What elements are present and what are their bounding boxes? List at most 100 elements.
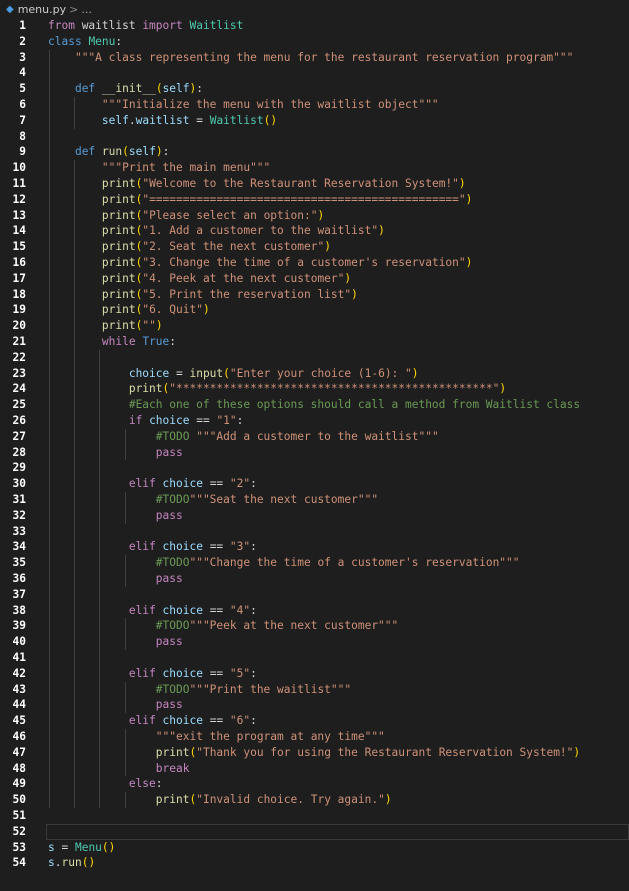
code-token: print <box>101 224 136 238</box>
code-token: ) <box>499 382 507 396</box>
code-line[interactable]: 53 s = Menu() <box>0 840 629 856</box>
code-token: "6" <box>229 714 251 728</box>
code-token: run <box>61 856 82 870</box>
code-token: "5. Print the reservation list" <box>142 287 352 301</box>
code-line[interactable]: 30 elif choice == "2": <box>0 476 629 492</box>
line-number: 28 <box>12 445 26 459</box>
code-text: print("Invalid choice. Try again.") <box>48 792 392 808</box>
code-line[interactable]: 28 pass <box>0 445 629 461</box>
code-line[interactable]: 49 else: <box>0 776 629 792</box>
code-line[interactable]: 13 print("Please select an option:") <box>0 208 629 224</box>
code-line[interactable]: 24 print("******************************… <box>0 381 629 397</box>
code-token: . <box>128 113 136 127</box>
code-token: """A class representing the menu for the… <box>74 50 574 64</box>
code-line[interactable]: 40 pass <box>0 634 629 650</box>
code-token: waitlist <box>135 113 190 127</box>
code-line[interactable]: 19 print("6. Quit") <box>0 302 629 318</box>
code-line[interactable]: 34 elif choice == "3": <box>0 539 629 555</box>
code-token: ) <box>351 287 358 301</box>
line-number: 30 <box>12 477 26 491</box>
code-token: choice <box>162 603 203 617</box>
breadcrumb[interactable]: ◆ menu.py > ... <box>0 0 629 18</box>
code-line[interactable]: 48 break <box>0 761 629 777</box>
code-text: from waitlist import Waitlist <box>48 18 243 34</box>
breadcrumb-symbol[interactable]: ... <box>81 3 92 16</box>
code-line[interactable]: 15 print("2. Seat the next customer") <box>0 239 629 255</box>
code-line[interactable]: 26 if choice == "1": <box>0 413 629 429</box>
code-line[interactable]: 42 elif choice == "5": <box>0 666 629 682</box>
code-editor[interactable]: 1 from waitlist import Waitlist 2 class Men… <box>0 18 629 891</box>
code-line[interactable]: 39 #TODO"""Peek at the next customer""" <box>0 618 629 634</box>
line-number: 43 <box>12 682 26 696</box>
code-token: elif <box>128 603 156 617</box>
breadcrumb-file[interactable]: menu.py <box>18 3 66 16</box>
code-line[interactable]: 5 def __init__(self): <box>0 81 629 97</box>
code-token: == <box>189 414 217 427</box>
code-line[interactable]: 20 print("") <box>0 318 629 334</box>
code-line[interactable]: 37 <box>0 587 629 603</box>
code-text: #TODO """Add a customer to the waitlist"… <box>48 429 439 445</box>
code-line[interactable]: 4 <box>0 65 629 81</box>
code-line[interactable]: 9 def run(self): <box>0 144 629 160</box>
code-line[interactable]: 10 """Print the main menu""" <box>0 160 629 176</box>
code-line[interactable]: 27 #TODO """Add a customer to the waitli… <box>0 429 629 445</box>
code-line[interactable]: 36 pass <box>0 571 629 587</box>
code-line[interactable]: 41 <box>0 650 629 666</box>
code-line[interactable]: 14 print("1. Add a customer to the waitl… <box>0 223 629 239</box>
code-line[interactable]: 16 print("3. Change the time of a custom… <box>0 255 629 271</box>
code-line[interactable]: 21 while True: <box>0 334 629 350</box>
code-line[interactable]: 32 pass <box>0 508 629 524</box>
code-line[interactable]: 6 """Initialize the menu with the waitli… <box>0 97 629 113</box>
code-line[interactable]: 11 print("Welcome to the Restaurant Rese… <box>0 176 629 192</box>
code-line[interactable]: 18 print("5. Print the reservation list"… <box>0 287 629 303</box>
code-line[interactable]: 43 #TODO"""Print the waitlist""" <box>0 682 629 698</box>
code-line[interactable]: 12 print("==============================… <box>0 192 629 208</box>
line-number: 36 <box>12 572 26 585</box>
line-number: 20 <box>12 319 26 333</box>
code-line[interactable]: 38 elif choice == "4": <box>0 603 629 619</box>
code-text: elif choice == "3": <box>48 539 257 555</box>
code-line[interactable]: 25 #Each one of these options should cal… <box>0 397 629 413</box>
line-number: 33 <box>12 524 26 538</box>
code-token: ) <box>573 745 581 759</box>
code-line[interactable]: 22 <box>0 350 629 366</box>
code-line[interactable]: 8 <box>0 129 629 145</box>
code-token: pass <box>155 572 183 585</box>
code-line[interactable]: 46 """exit the program at any time""" <box>0 729 629 745</box>
code-line[interactable]: 54 s.run() <box>0 855 629 871</box>
code-line[interactable]: 1 from waitlist import Waitlist <box>0 18 629 34</box>
code-line[interactable]: 35 #TODO"""Change the time of a customer… <box>0 555 629 571</box>
code-token: print <box>101 303 136 317</box>
code-line[interactable]: 47 print("Thank you for using the Restau… <box>0 745 629 761</box>
code-token: () <box>81 856 96 870</box>
code-line[interactable]: 45 elif choice == "6": <box>0 713 629 729</box>
code-text: pass <box>48 697 183 713</box>
code-text: """exit the program at any time""" <box>48 729 385 745</box>
line-number: 1 <box>19 19 26 32</box>
code-line[interactable]: 50 print("Invalid choice. Try again.") <box>0 792 629 808</box>
code-line[interactable]: 7 self.waitlist = Waitlist() <box>0 113 629 129</box>
code-token: print <box>101 287 136 301</box>
code-line[interactable]: 3 """A class representing the menu for t… <box>0 50 629 66</box>
code-token: """Print the waitlist""" <box>189 682 352 696</box>
code-line[interactable]: 52 <box>0 824 629 840</box>
code-line[interactable]: 2 class Menu: <box>0 34 629 50</box>
code-line[interactable]: 23 choice = input("Enter your choice (1-… <box>0 366 629 382</box>
code-token: print <box>101 256 136 269</box>
code-line[interactable]: 51 <box>0 808 629 824</box>
code-token: print <box>101 192 136 206</box>
code-line[interactable]: 44 pass <box>0 697 629 713</box>
code-line[interactable]: 17 print("4. Peek at the next customer") <box>0 271 629 287</box>
code-line[interactable]: 29 <box>0 460 629 476</box>
code-line[interactable]: 33 <box>0 524 629 540</box>
code-line[interactable]: 31 #TODO"""Seat the next customer""" <box>0 492 629 508</box>
